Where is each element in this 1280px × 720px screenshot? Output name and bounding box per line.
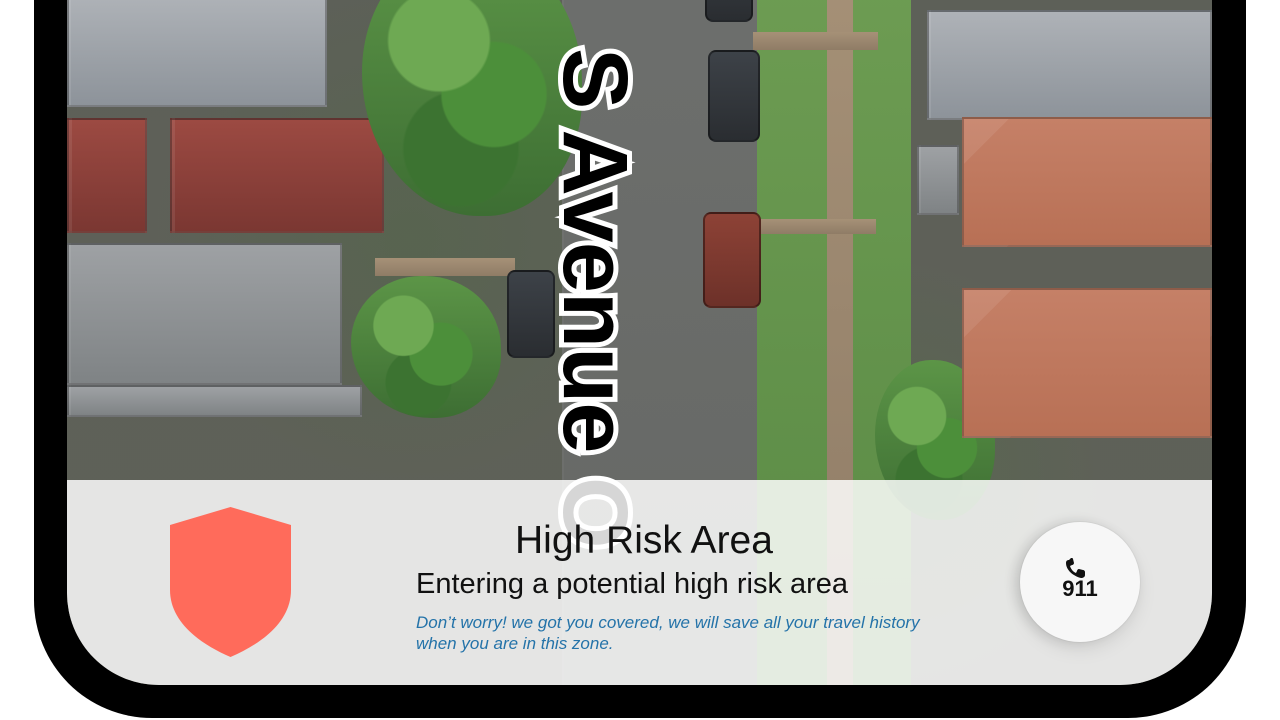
- alert-title: High Risk Area: [515, 519, 773, 562]
- shield-icon: [170, 507, 291, 657]
- risk-alert-panel: High Risk Area Entering a potential high…: [67, 480, 1212, 685]
- house-roof: [962, 288, 1212, 438]
- walkway: [375, 258, 515, 276]
- emergency-number: 911: [1062, 576, 1098, 601]
- parked-car: [708, 50, 760, 142]
- alert-subtitle: Entering a potential high risk area: [416, 568, 849, 600]
- house-roof: [67, 118, 147, 233]
- walkway: [753, 32, 878, 50]
- house-roof: [67, 385, 362, 417]
- house-roof: [962, 117, 1212, 247]
- house-roof: [170, 118, 384, 233]
- alert-note: Don’t worry! we got you covered, we will…: [416, 613, 920, 653]
- parked-car: [703, 212, 761, 308]
- house-roof: [67, 243, 342, 385]
- house-roof: [927, 10, 1212, 120]
- walkway: [752, 219, 876, 234]
- parked-car: [705, 0, 753, 22]
- house-roof: [917, 145, 959, 215]
- parked-car: [507, 270, 555, 358]
- house-roof: [67, 0, 327, 107]
- emergency-call-button[interactable]: 911: [1020, 522, 1140, 642]
